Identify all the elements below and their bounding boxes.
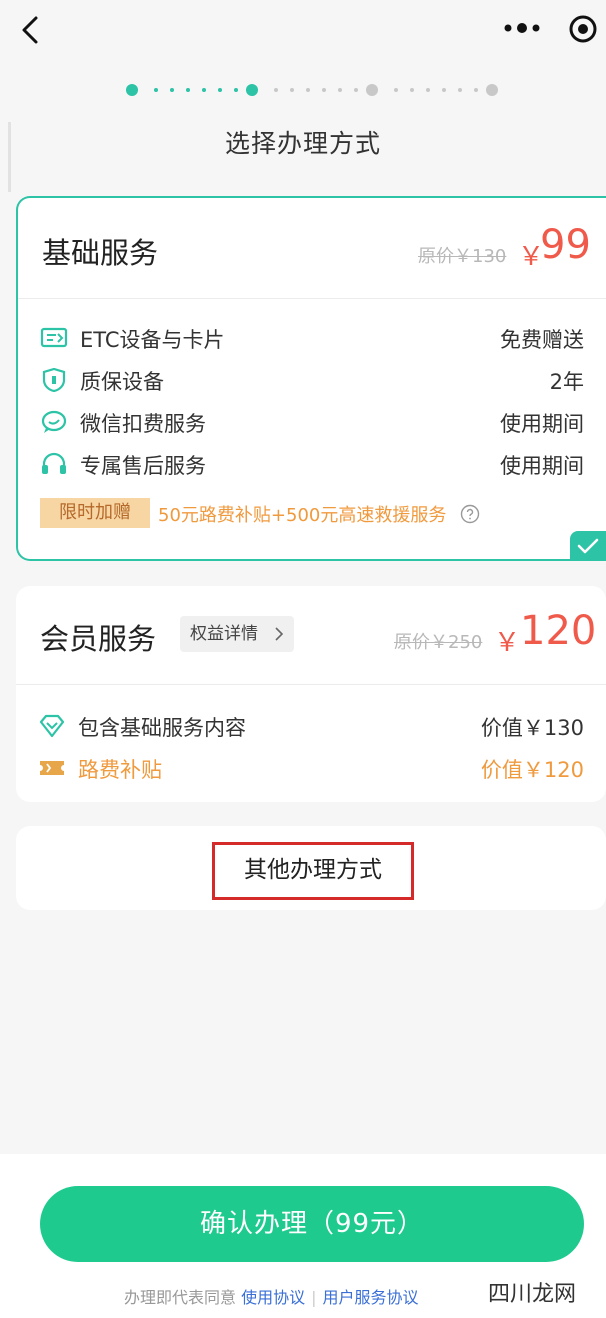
feature-value: 使用期间 bbox=[500, 454, 584, 478]
user-service-agreement-link[interactable]: 用户服务协议 bbox=[323, 1288, 419, 1307]
confirm-button[interactable]: 确认办理（99元） bbox=[40, 1186, 584, 1262]
footer: 确认办理（99元） 办理即代表同意 使用协议 | 用户服务协议 四川龙网 bbox=[0, 1154, 606, 1318]
member-original-price: 原价￥250 bbox=[394, 632, 483, 653]
rights-detail-label: 权益详情 bbox=[190, 624, 258, 644]
chevron-right-icon bbox=[275, 627, 284, 641]
promo-text: 50元路费补贴+500元高速救援服务 bbox=[158, 505, 447, 526]
divider bbox=[18, 298, 606, 299]
feature-value: 价值￥130 bbox=[480, 716, 584, 740]
page-title: 选择办理方式 bbox=[224, 129, 381, 158]
other-methods-card: 其他办理方式 bbox=[16, 826, 606, 910]
rights-detail-button[interactable]: 权益详情 bbox=[180, 616, 294, 652]
etc-card-icon bbox=[40, 327, 68, 348]
feature-label: 专属售后服务 bbox=[80, 454, 206, 478]
promo-badge: 限时加赠 bbox=[40, 498, 150, 528]
agreement-text: 办理即代表同意 使用协议 | 用户服务协议 bbox=[124, 1284, 419, 1308]
step-progress bbox=[120, 80, 500, 100]
feature-label: ETC设备与卡片 bbox=[80, 328, 225, 352]
basic-service-title: 基础服务 bbox=[42, 236, 159, 270]
member-service-title: 会员服务 bbox=[40, 622, 157, 656]
divider bbox=[16, 684, 606, 685]
top-nav bbox=[0, 0, 606, 60]
feature-label: 微信扣费服务 bbox=[80, 412, 206, 436]
feature-value: 免费赠送 bbox=[500, 328, 584, 352]
member-price: 120 bbox=[520, 608, 597, 654]
feature-label: 质保设备 bbox=[80, 370, 164, 394]
feature-row: 质保设备 2年 bbox=[40, 364, 584, 396]
close-mini-program-icon[interactable] bbox=[568, 14, 598, 44]
feature-row: 包含基础服务内容 价值￥130 bbox=[38, 710, 584, 742]
feature-row: 微信扣费服务 使用期间 bbox=[40, 406, 584, 438]
ticket-icon bbox=[40, 761, 64, 775]
chat-bubble-icon bbox=[41, 410, 67, 433]
mini-program-capsule bbox=[476, 0, 606, 56]
feature-label: 路费补贴 bbox=[78, 758, 162, 782]
basic-price: 99 bbox=[540, 222, 591, 268]
feature-value: 价值￥120 bbox=[480, 758, 584, 782]
diamond-icon bbox=[39, 714, 65, 738]
feature-value: 使用期间 bbox=[500, 412, 584, 436]
feature-label: 包含基础服务内容 bbox=[78, 716, 246, 740]
link-separator: | bbox=[311, 1288, 317, 1307]
selected-check-icon bbox=[570, 531, 606, 561]
feature-row: 专属售后服务 使用期间 bbox=[40, 448, 584, 480]
back-icon[interactable] bbox=[14, 12, 50, 48]
shield-icon bbox=[42, 368, 66, 392]
more-icon[interactable] bbox=[502, 16, 542, 40]
member-service-card[interactable]: 会员服务 权益详情 原价￥250 ￥ 120 包含基础服务内容 价值￥130 路… bbox=[16, 586, 606, 802]
agreement-prefix: 办理即代表同意 bbox=[124, 1288, 237, 1307]
usage-agreement-link[interactable]: 使用协议 bbox=[241, 1288, 305, 1307]
feature-row: 路费补贴 价值￥120 bbox=[38, 752, 584, 784]
headset-icon bbox=[42, 452, 66, 474]
promo-row: 限时加赠 50元路费补贴+500元高速救援服务 bbox=[40, 498, 600, 528]
member-price-currency: ￥ bbox=[494, 628, 521, 658]
basic-original-price: 原价￥130 bbox=[418, 246, 507, 267]
feature-row: ETC设备与卡片 免费赠送 bbox=[40, 322, 584, 354]
feature-value: 2年 bbox=[549, 370, 584, 394]
watermark: 四川龙网 bbox=[483, 1276, 580, 1308]
other-methods-button[interactable]: 其他办理方式 bbox=[212, 842, 414, 900]
help-icon[interactable] bbox=[460, 504, 480, 524]
basic-service-card[interactable]: 基础服务 原价￥130 ￥ 99 ETC设备与卡片 免费赠送 质保设备 2年 微… bbox=[16, 196, 606, 561]
